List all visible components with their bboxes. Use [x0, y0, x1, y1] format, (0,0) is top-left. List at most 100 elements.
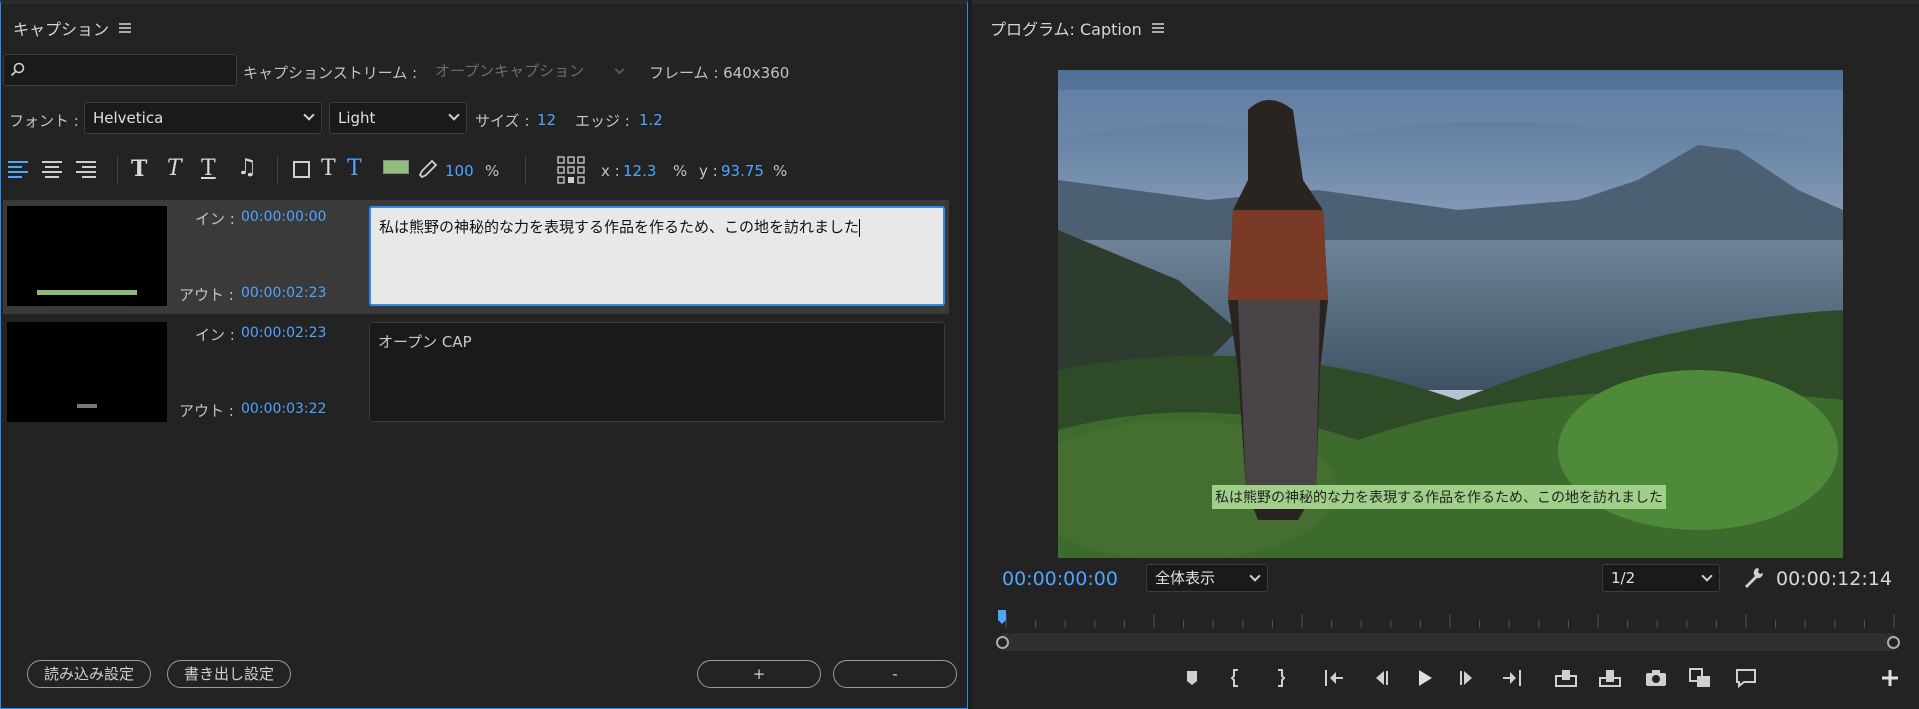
thumbnail-subtitle-bar — [77, 404, 97, 408]
mark-out-icon[interactable] — [1268, 666, 1292, 690]
step-forward-icon[interactable] — [1456, 666, 1480, 690]
edge-value[interactable]: 1.2 — [639, 111, 663, 129]
y-value[interactable]: 93.75 — [721, 162, 764, 180]
play-icon[interactable] — [1412, 666, 1436, 690]
underline-icon[interactable]: T — [201, 156, 216, 181]
playback-resolution-value: 1/2 — [1611, 569, 1636, 587]
edge-color-icon[interactable]: T — [347, 156, 362, 181]
overwrite-icon[interactable] — [1598, 666, 1622, 690]
video-caption-overlay: 私は熊野の神秘的な力を表現する作品を作るため、この地を訪れました — [1212, 485, 1666, 509]
in-timecode[interactable]: 00:00:02:23 — [241, 325, 326, 341]
out-label: アウト : — [179, 286, 234, 304]
caption-thumbnail — [7, 206, 167, 306]
background-box-icon[interactable] — [293, 161, 310, 178]
eyedropper-icon[interactable] — [417, 158, 439, 180]
out-timecode[interactable]: 00:00:02:23 — [241, 285, 326, 301]
y-label: y : — [699, 162, 718, 180]
step-back-icon[interactable] — [1368, 666, 1392, 690]
chevron-down-icon — [614, 64, 625, 75]
font-family-dropdown[interactable]: Helvetica — [84, 102, 322, 134]
scroll-end-handle[interactable] — [1887, 636, 1900, 649]
caption-panel: キャプション キャプションストリーム : オープンキャプション フレーム : 6… — [0, 0, 968, 709]
playback-resolution-dropdown[interactable]: 1/2 — [1602, 564, 1720, 592]
align-center-icon[interactable] — [41, 159, 63, 181]
stream-label: キャプションストリーム : — [243, 64, 418, 82]
align-right-icon[interactable] — [75, 159, 97, 181]
caption-text: オープン CAP — [378, 333, 472, 351]
panel-menu-icon[interactable] — [119, 23, 132, 33]
time-ruler[interactable] — [998, 610, 1898, 630]
add-caption-button[interactable]: + — [697, 660, 821, 688]
size-value[interactable]: 12 — [537, 111, 556, 129]
caption-thumbnail — [7, 322, 167, 422]
chevron-down-icon — [1249, 570, 1261, 582]
caption-text: 私は熊野の神秘的な力を表現する作品を作るため、この地を訪れました — [379, 218, 860, 236]
toolbar-divider — [525, 156, 526, 184]
program-monitor-panel: プログラム: Caption 私は熊野の神秘的な力を表現する作品を作るため、この… — [972, 0, 1919, 709]
caption-text-editor[interactable]: オープン CAP — [369, 322, 945, 422]
export-settings-button[interactable]: 書き出し設定 — [167, 660, 291, 688]
chevron-down-icon — [1701, 570, 1713, 582]
program-panel-header: プログラム: Caption — [990, 16, 1164, 40]
out-timecode[interactable]: 00:00:03:22 — [241, 401, 326, 417]
opacity-percent: % — [485, 162, 500, 180]
search-icon — [10, 62, 25, 77]
y-percent: % — [773, 162, 788, 180]
caption-text-editor[interactable]: 私は熊野の神秘的な力を表現する作品を作るため、この地を訪れました — [369, 206, 945, 306]
add-marker-icon[interactable] — [1180, 666, 1204, 690]
position-grid-icon[interactable] — [557, 156, 585, 186]
in-label: イン : — [195, 210, 235, 228]
in-label: イン : — [195, 326, 235, 344]
color-swatch[interactable] — [383, 160, 409, 174]
insert-icon[interactable] — [1554, 666, 1578, 690]
caption-row[interactable]: イン : 00:00:00:00 アウト : 00:00:02:23 私は熊野の… — [3, 200, 949, 314]
import-settings-button[interactable]: 読み込み設定 — [27, 660, 151, 688]
toolbar-divider — [277, 156, 278, 184]
font-weight-dropdown[interactable]: Light — [329, 102, 467, 134]
caption-search-input[interactable] — [3, 54, 237, 86]
align-left-icon[interactable] — [7, 159, 29, 181]
music-note-icon[interactable]: ♫ — [237, 155, 257, 180]
font-label: フォント : — [9, 112, 79, 130]
program-video-frame[interactable]: 私は熊野の神秘的な力を表現する作品を作るため、この地を訪れました — [1058, 70, 1843, 558]
remove-caption-button[interactable]: - — [833, 660, 957, 688]
mark-in-icon[interactable] — [1224, 666, 1248, 690]
duration-timecode: 00:00:12:14 — [1776, 568, 1892, 590]
chevron-down-icon — [303, 109, 315, 121]
scroll-start-handle[interactable] — [996, 636, 1009, 649]
caption-panel-title: キャプション — [13, 20, 110, 39]
panel-menu-icon[interactable] — [1151, 23, 1164, 33]
font-weight-value: Light — [338, 109, 376, 127]
stream-select: オープンキャプション — [425, 56, 637, 86]
frame-size-label: フレーム : 640x360 — [649, 64, 790, 82]
out-label: アウト : — [179, 402, 234, 420]
bold-icon[interactable]: T — [131, 156, 147, 182]
stream-value: オープンキャプション — [435, 62, 585, 80]
size-label: サイズ : — [475, 112, 530, 130]
go-to-out-icon[interactable] — [1500, 666, 1524, 690]
zoom-level-value: 全体表示 — [1155, 569, 1216, 587]
current-timecode[interactable]: 00:00:00:00 — [1002, 568, 1118, 590]
caption-row[interactable]: イン : 00:00:02:23 アウト : 00:00:03:22 オープン … — [3, 316, 949, 430]
opacity-value[interactable]: 100 — [445, 162, 474, 180]
text-caret — [859, 218, 861, 237]
program-panel-title: プログラム: Caption — [990, 20, 1142, 39]
wrench-icon[interactable] — [1742, 566, 1764, 588]
comparison-view-icon[interactable] — [1688, 666, 1712, 690]
text-color-icon[interactable]: T — [321, 156, 336, 181]
chevron-down-icon — [448, 109, 460, 121]
playhead-marker-icon[interactable] — [998, 610, 1006, 624]
x-value[interactable]: 12.3 — [623, 162, 656, 180]
comment-icon[interactable] — [1734, 666, 1758, 690]
x-label: x : — [601, 162, 620, 180]
zoom-level-dropdown[interactable]: 全体表示 — [1146, 564, 1268, 592]
italic-icon[interactable]: T — [167, 156, 182, 181]
go-to-in-icon[interactable] — [1322, 666, 1346, 690]
zoom-scroll-bar[interactable] — [996, 633, 1900, 651]
font-family-value: Helvetica — [93, 109, 164, 127]
camera-icon[interactable] — [1644, 666, 1668, 690]
x-percent: % — [673, 162, 688, 180]
in-timecode[interactable]: 00:00:00:00 — [241, 209, 326, 225]
button-editor-add-icon[interactable] — [1878, 666, 1902, 690]
thumbnail-subtitle-bar — [37, 290, 137, 295]
